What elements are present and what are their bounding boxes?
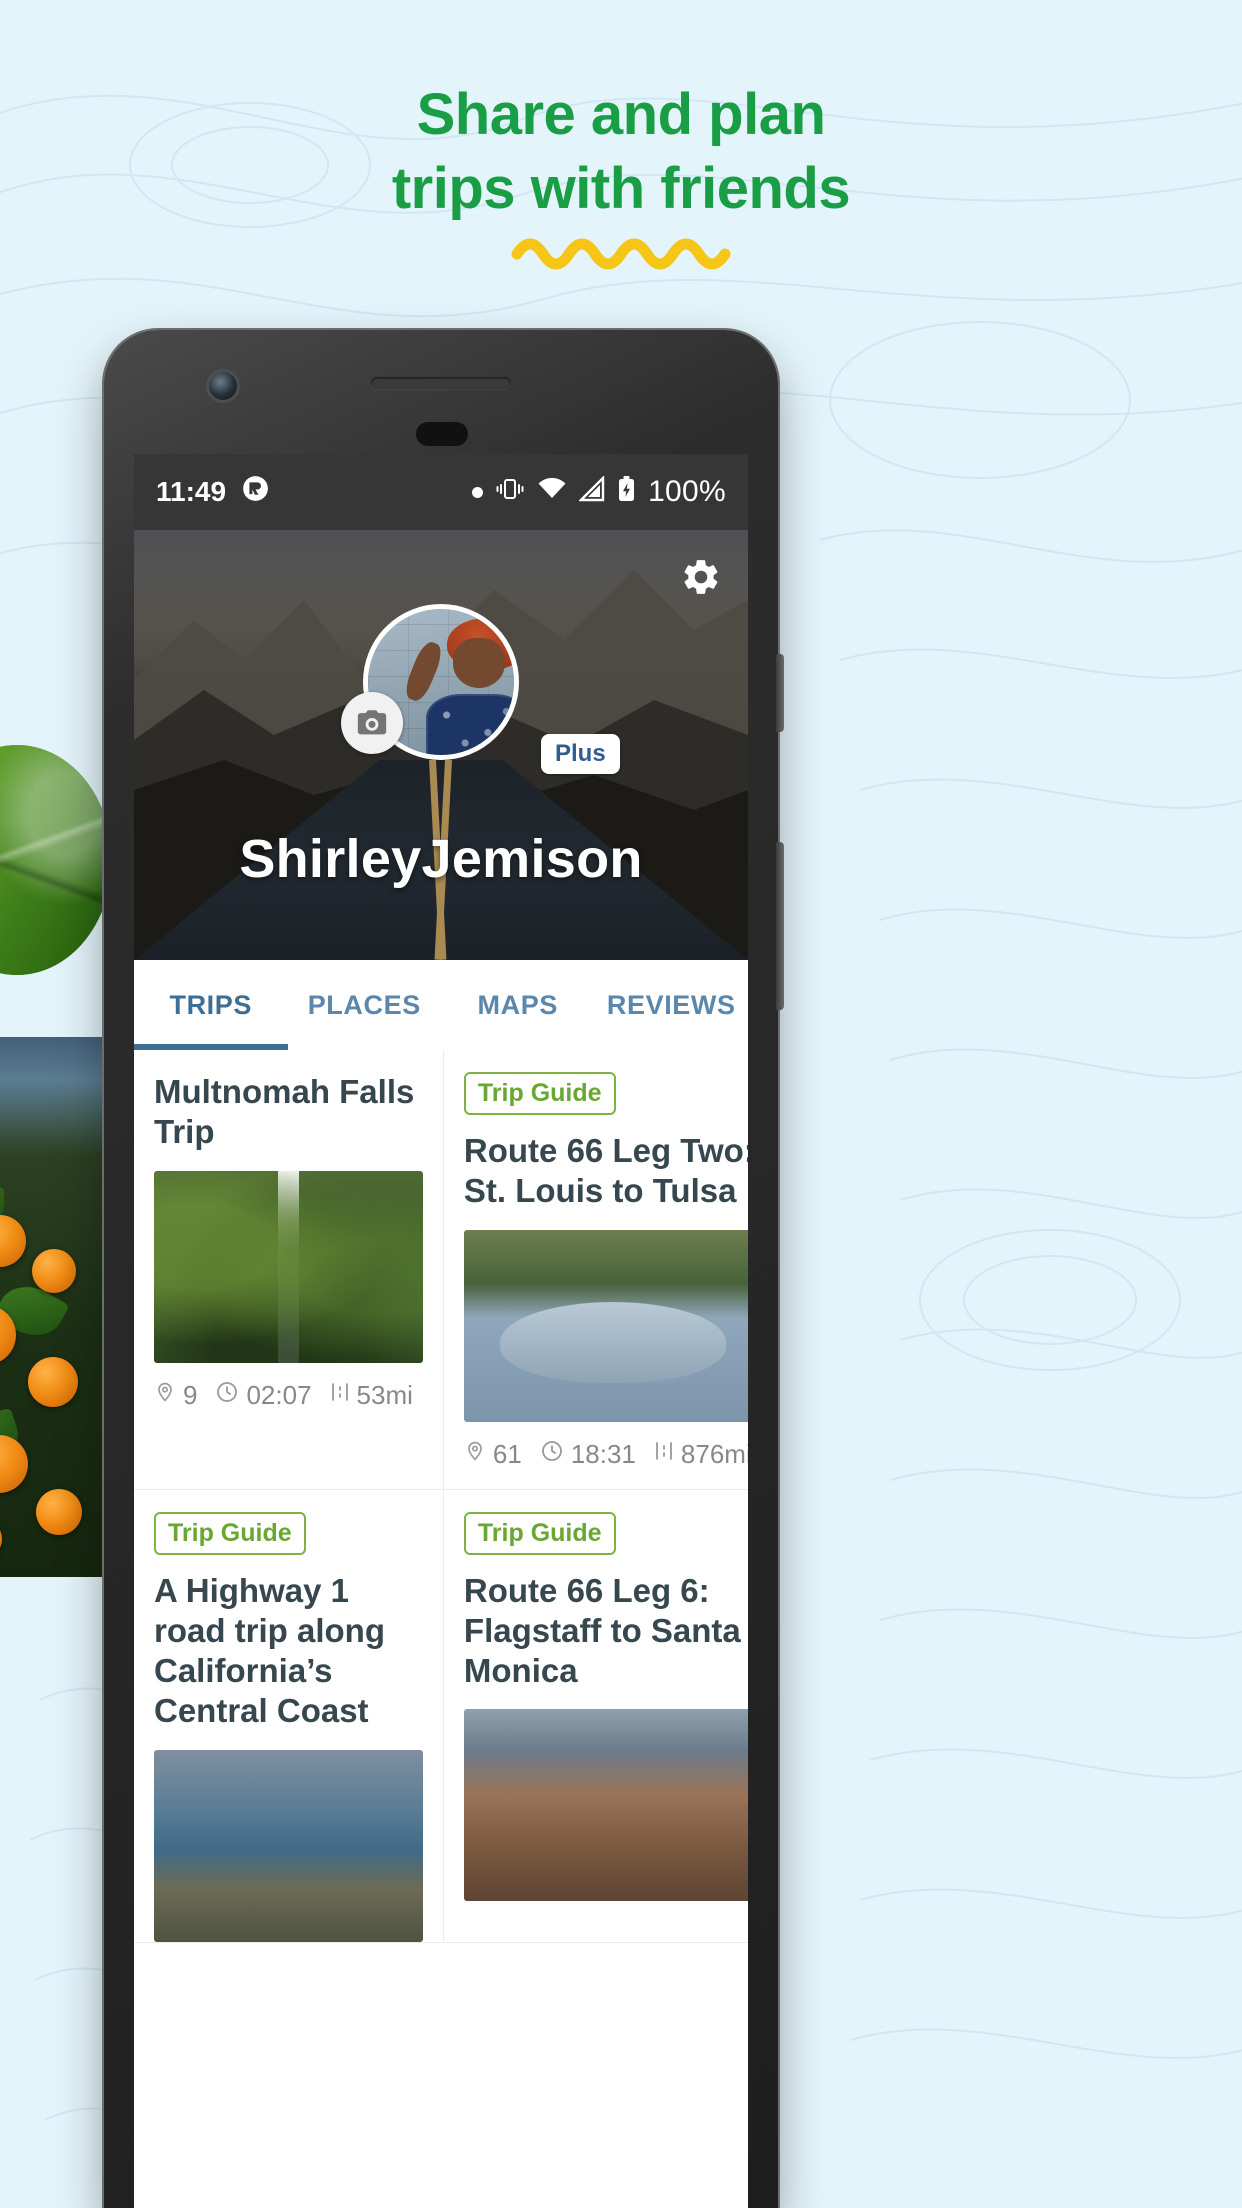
power-button[interactable] xyxy=(776,654,784,732)
trip-card-meta: 9 02:07 53mi xyxy=(154,1363,423,1430)
headline-line-2: trips with friends xyxy=(391,156,851,221)
plus-badge: Plus xyxy=(541,734,620,774)
avatar-container[interactable]: Plus xyxy=(341,604,620,774)
distance-icon xyxy=(330,1380,350,1411)
phone-device-frame: 11:49 100% Plus ShirleyJemison TRIPS PLA… xyxy=(104,330,784,2208)
trip-card-thumbnail xyxy=(154,1749,423,1942)
tab-places[interactable]: PLACES xyxy=(288,960,442,1050)
trip-card[interactable]: Trip Guide Route 66 Leg 6: Flagstaff to … xyxy=(443,1490,748,1943)
gear-icon[interactable] xyxy=(680,556,722,603)
trip-card-thumbnail xyxy=(463,1229,748,1422)
battery-percent-label: 100% xyxy=(648,475,726,508)
trip-card-thumbnail xyxy=(154,1170,423,1363)
earpiece-speaker xyxy=(371,377,511,389)
distance-icon xyxy=(654,1439,674,1470)
tab-trips[interactable]: TRIPS xyxy=(134,960,288,1050)
sensor-housing xyxy=(416,422,468,446)
trip-card-meta: 61 18:31 876mi xyxy=(464,1422,748,1489)
trip-card-places-count: 9 xyxy=(183,1379,198,1410)
leaf-photo-decoration xyxy=(0,745,112,975)
profile-hero-banner: Plus ShirleyJemison xyxy=(134,530,748,960)
phone-bezel-top xyxy=(104,330,778,454)
trip-card-title: Multnomah Falls Trip xyxy=(154,1073,415,1151)
tab-maps[interactable]: MAPS xyxy=(441,960,595,1050)
trip-card[interactable]: Trip Guide Route 66 Leg Two: St. Louis t… xyxy=(443,1050,748,1490)
trip-guide-badge: Trip Guide xyxy=(154,1511,306,1555)
status-bar-time: 11:49 xyxy=(156,476,227,507)
headline-line-1: Share and plan xyxy=(416,82,826,147)
map-pin-icon xyxy=(464,1438,486,1471)
orange-tree-photo-decoration xyxy=(0,1037,108,1577)
trip-card[interactable]: Multnomah Falls Trip 9 02:07 53mi xyxy=(134,1050,444,1490)
trip-guide-badge: Trip Guide xyxy=(463,1511,616,1555)
trip-card-title: Route 66 Leg Two: St. Louis to Tulsa xyxy=(463,1132,748,1210)
trip-card[interactable]: Trip Guide A Highway 1 road trip along C… xyxy=(134,1489,444,1943)
trip-card-places-count: 61 xyxy=(492,1438,522,1469)
trip-card-title: Route 66 Leg 6: Flagstaff to Santa Monic… xyxy=(463,1571,741,1690)
profile-tabs: TRIPS PLACES MAPS REVIEWS xyxy=(134,960,748,1050)
battery-charging-icon xyxy=(617,475,636,510)
volume-button[interactable] xyxy=(776,842,784,1010)
trip-guide-badge: Trip Guide xyxy=(463,1072,616,1115)
trip-card-duration: 18:31 xyxy=(570,1438,636,1469)
camera-icon[interactable] xyxy=(341,692,403,754)
clock-icon xyxy=(215,1380,239,1411)
front-camera-icon xyxy=(209,372,237,400)
trip-card-distance: 876mi xyxy=(680,1438,748,1469)
wifi-icon xyxy=(537,476,567,509)
status-bar: 11:49 100% xyxy=(134,454,748,530)
vibrate-icon xyxy=(495,476,525,509)
map-pin-icon xyxy=(154,1379,176,1412)
phone-screen: 11:49 100% Plus ShirleyJemison TRIPS PLA… xyxy=(134,454,748,2208)
roadtrippers-icon xyxy=(242,475,269,509)
trip-card-grid: Multnomah Falls Trip 9 02:07 53mi Trip G… xyxy=(134,1050,748,1943)
dot-icon xyxy=(472,486,484,498)
trip-card-duration: 02:07 xyxy=(246,1379,312,1410)
tab-reviews[interactable]: REVIEWS xyxy=(595,960,749,1050)
trip-card-title: A Highway 1 road trip along California’s… xyxy=(154,1571,385,1730)
promo-headline: Share and plan trips with friends xyxy=(0,86,1242,218)
cell-signal-icon xyxy=(578,474,605,509)
clock-icon xyxy=(540,1439,564,1470)
squiggle-divider xyxy=(0,232,1242,277)
profile-name: ShirleyJemison xyxy=(239,829,643,889)
trip-card-distance: 53mi xyxy=(356,1379,413,1410)
trip-card-thumbnail xyxy=(463,1709,748,1902)
